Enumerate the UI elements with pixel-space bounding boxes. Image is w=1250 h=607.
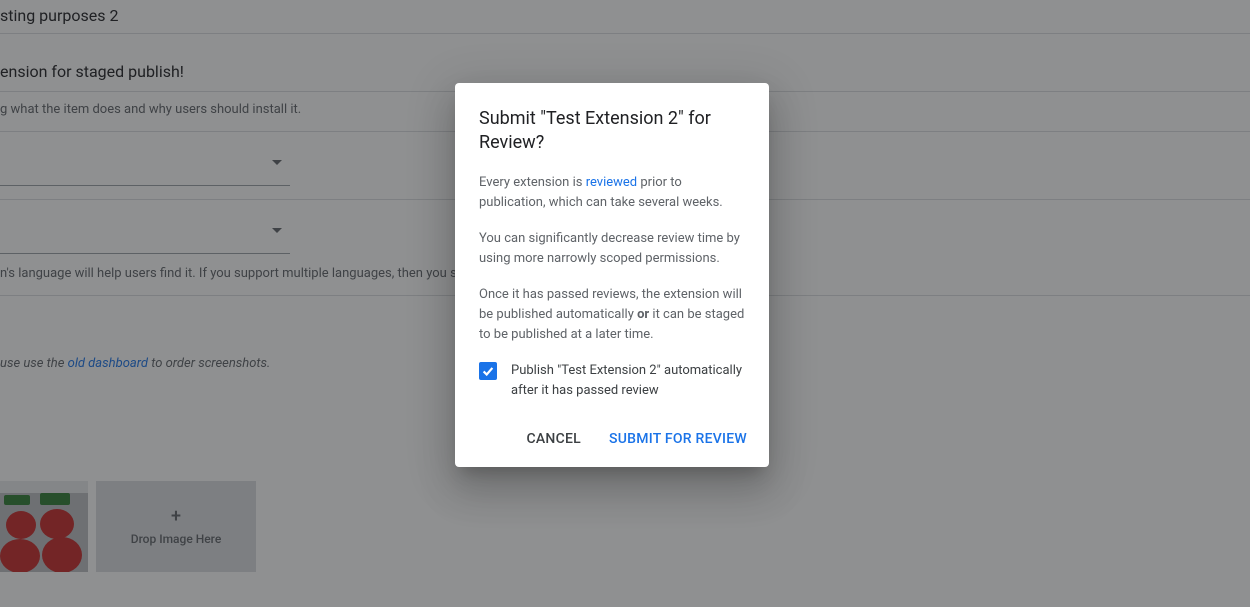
auto-publish-label: Publish "Test Extension 2" automatically… xyxy=(511,361,745,401)
cancel-button[interactable]: CANCEL xyxy=(517,423,591,455)
dialog-body: Every extension is reviewed prior to pub… xyxy=(479,173,745,345)
auto-publish-option[interactable]: Publish "Test Extension 2" automatically… xyxy=(479,361,745,401)
check-icon xyxy=(481,364,495,378)
reviewed-link[interactable]: reviewed xyxy=(586,175,637,190)
submit-for-review-button[interactable]: SUBMIT FOR REVIEW xyxy=(599,423,757,455)
dialog-title: Submit "Test Extension 2" for Review? xyxy=(479,107,745,155)
dialog-actions: CANCEL SUBMIT FOR REVIEW xyxy=(479,423,757,455)
submit-review-dialog: Submit "Test Extension 2" for Review? Ev… xyxy=(455,83,769,467)
auto-publish-checkbox[interactable] xyxy=(479,362,497,380)
